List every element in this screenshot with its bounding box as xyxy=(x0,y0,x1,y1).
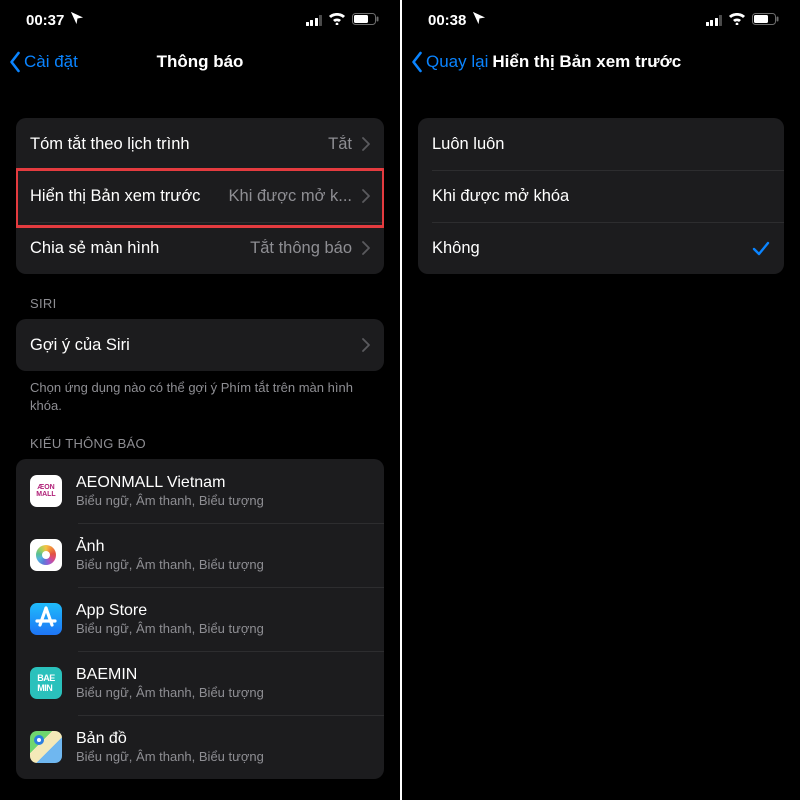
app-name: BAEMIN xyxy=(76,666,360,684)
app-icon xyxy=(30,731,62,763)
app-row-aeonmall[interactable]: ÆONMALL AEONMALL Vietnam Biểu ngữ, Âm th… xyxy=(16,459,384,523)
chevron-left-icon xyxy=(8,51,22,73)
row-siri-suggestions[interactable]: Gợi ý của Siri xyxy=(16,319,384,371)
location-icon xyxy=(472,11,486,29)
app-subtitle: Biểu ngữ, Âm thanh, Biểu tượng xyxy=(76,685,360,700)
app-name: Ảnh xyxy=(76,538,360,556)
chevron-left-icon xyxy=(410,51,424,73)
section-header-siri: SIRI xyxy=(16,274,384,319)
screenshot-show-previews: 00:38 Quay lại Hiển thị Bản xem trước Lu… xyxy=(400,0,800,800)
option-when-unlocked[interactable]: Khi được mở khóa xyxy=(418,170,784,222)
section-header-style: KIỂU THÔNG BÁO xyxy=(16,414,384,459)
location-icon xyxy=(70,11,84,29)
row-scheduled-summary[interactable]: Tóm tắt theo lịch trình Tắt xyxy=(16,118,384,170)
status-bar: 00:37 xyxy=(0,0,400,40)
chevron-right-icon xyxy=(362,338,370,352)
chevron-right-icon xyxy=(362,137,370,151)
app-subtitle: Biểu ngữ, Âm thanh, Biểu tượng xyxy=(76,493,360,508)
settings-group-main: Tóm tắt theo lịch trình Tắt Hiển thị Bản… xyxy=(16,118,384,274)
app-icon xyxy=(30,603,62,635)
status-time: 00:37 xyxy=(26,12,64,29)
row-screen-sharing[interactable]: Chia sẻ màn hình Tắt thông báo xyxy=(16,222,384,274)
checkmark-icon xyxy=(752,239,770,257)
row-label: Chia sẻ màn hình xyxy=(30,239,159,258)
app-icon: BAEMIN xyxy=(30,667,62,699)
row-label: Tóm tắt theo lịch trình xyxy=(30,135,190,154)
option-always[interactable]: Luôn luôn xyxy=(418,118,784,170)
app-icon xyxy=(30,539,62,571)
row-value: Tắt thông báo xyxy=(159,239,352,258)
settings-group-apps: ÆONMALL AEONMALL Vietnam Biểu ngữ, Âm th… xyxy=(16,459,384,779)
app-subtitle: Biểu ngữ, Âm thanh, Biểu tượng xyxy=(76,749,360,764)
row-value: Tắt xyxy=(190,135,352,154)
option-label: Khi được mở khóa xyxy=(432,187,569,206)
back-label: Cài đặt xyxy=(24,52,78,72)
app-row-photos[interactable]: Ảnh Biểu ngữ, Âm thanh, Biểu tượng xyxy=(16,523,384,587)
option-label: Không xyxy=(432,239,480,258)
row-label: Gợi ý của Siri xyxy=(30,336,130,355)
row-value: Khi được mở k... xyxy=(200,187,352,206)
app-row-appstore[interactable]: App Store Biểu ngữ, Âm thanh, Biểu tượng xyxy=(16,587,384,651)
cellular-icon xyxy=(706,15,723,26)
wifi-icon xyxy=(728,11,746,29)
battery-icon xyxy=(352,12,380,29)
chevron-right-icon xyxy=(362,241,370,255)
app-name: AEONMALL Vietnam xyxy=(76,474,360,492)
back-label: Quay lại xyxy=(426,52,488,72)
battery-icon xyxy=(752,12,780,29)
screenshot-notifications-settings: 00:37 Cài đặt Thông báo Tóm tắt theo lịc… xyxy=(0,0,400,800)
section-footer-siri: Chọn ứng dụng nào có thể gợi ý Phím tắt … xyxy=(16,371,384,414)
app-row-maps[interactable]: Bản đồ Biểu ngữ, Âm thanh, Biểu tượng xyxy=(16,715,384,779)
app-name: App Store xyxy=(76,602,360,620)
option-label: Luôn luôn xyxy=(432,135,505,154)
page-title: Hiển thị Bản xem trước xyxy=(492,52,681,72)
app-subtitle: Biểu ngữ, Âm thanh, Biểu tượng xyxy=(76,557,360,572)
app-icon: ÆONMALL xyxy=(30,475,62,507)
wifi-icon xyxy=(328,11,346,29)
app-name: Bản đồ xyxy=(76,730,360,748)
nav-bar: Cài đặt Thông báo xyxy=(0,40,400,84)
status-time: 00:38 xyxy=(428,12,466,29)
options-group: Luôn luôn Khi được mở khóa Không xyxy=(418,118,784,274)
app-subtitle: Biểu ngữ, Âm thanh, Biểu tượng xyxy=(76,621,360,636)
cellular-icon xyxy=(306,15,323,26)
row-label: Hiển thị Bản xem trước xyxy=(30,187,200,206)
back-button[interactable]: Quay lại xyxy=(402,51,488,73)
status-bar: 00:38 xyxy=(402,0,800,40)
nav-bar: Quay lại Hiển thị Bản xem trước xyxy=(402,40,800,84)
row-show-previews[interactable]: Hiển thị Bản xem trước Khi được mở k... xyxy=(16,170,384,222)
chevron-right-icon xyxy=(362,189,370,203)
option-never[interactable]: Không xyxy=(418,222,784,274)
settings-group-siri: Gợi ý của Siri xyxy=(16,319,384,371)
app-row-baemin[interactable]: BAEMIN BAEMIN Biểu ngữ, Âm thanh, Biểu t… xyxy=(16,651,384,715)
back-button[interactable]: Cài đặt xyxy=(0,51,78,73)
